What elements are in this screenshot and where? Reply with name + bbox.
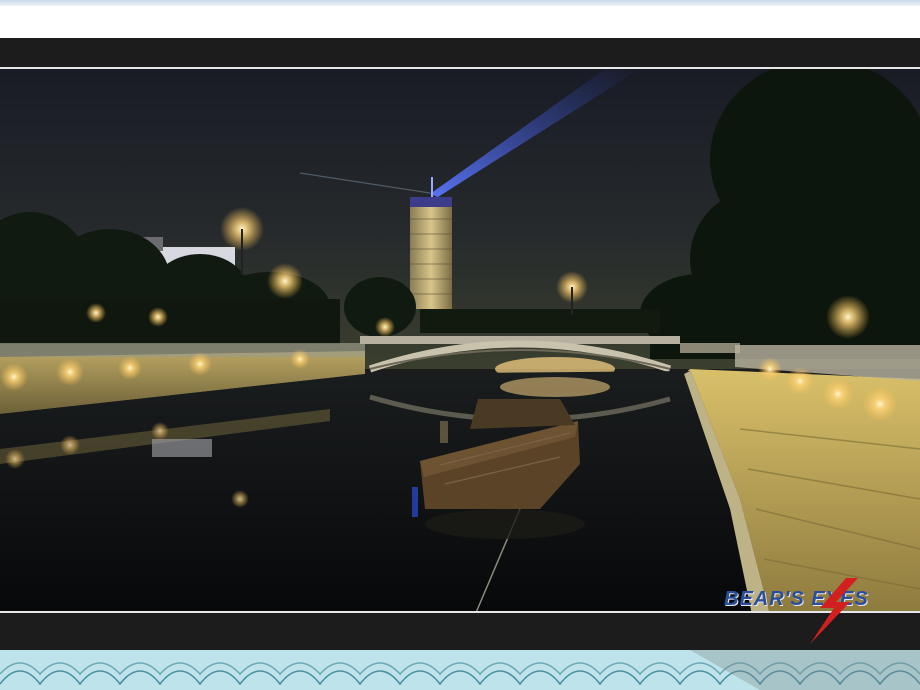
night-river-photo xyxy=(0,67,920,613)
river-scene xyxy=(0,69,920,611)
bears-eyes-watermark: BEAR'S EYES xyxy=(724,578,920,644)
wave-pattern-band xyxy=(0,650,920,690)
top-white-bar xyxy=(0,6,920,38)
wave-pattern xyxy=(0,650,920,690)
lightning-bolt-icon xyxy=(810,578,858,644)
